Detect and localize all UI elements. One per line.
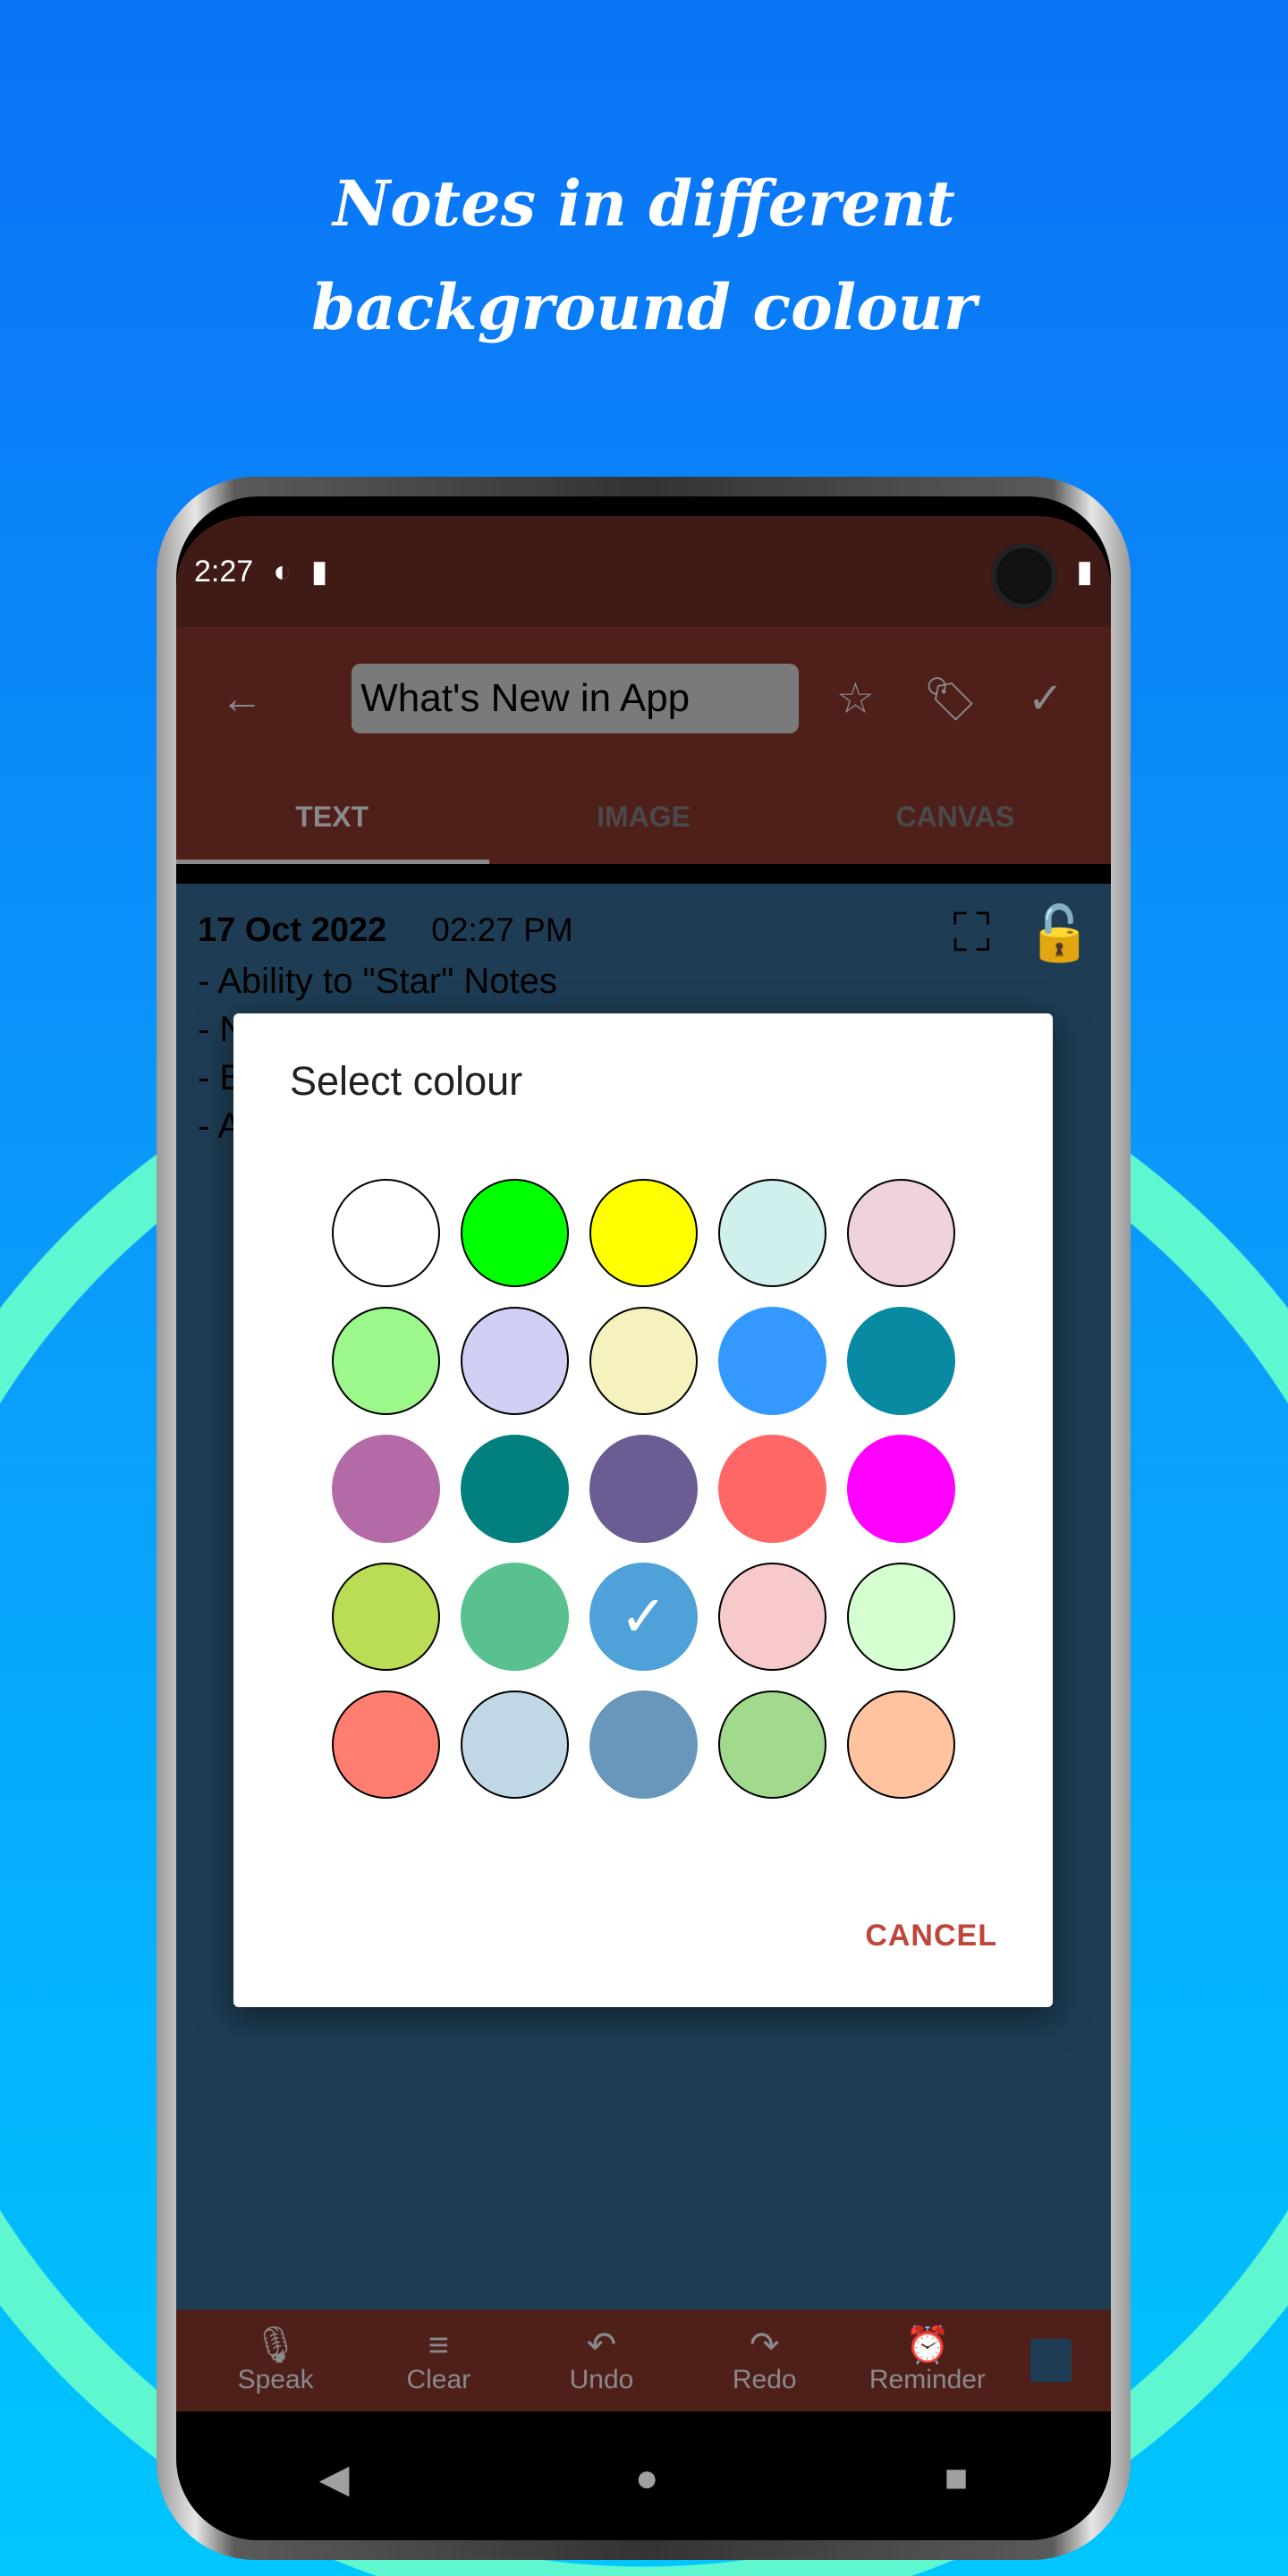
redo-label: Redo xyxy=(732,2365,797,2394)
unlock-icon[interactable]: 🔓 xyxy=(1026,902,1093,965)
colour-swatch[interactable] xyxy=(461,1307,569,1415)
colour-swatch[interactable] xyxy=(332,1179,440,1287)
colour-swatch[interactable] xyxy=(847,1563,955,1671)
redo-button[interactable]: ↷ Redo xyxy=(683,2326,846,2395)
undo-button[interactable]: ↶ Undo xyxy=(520,2326,682,2395)
note-color-button[interactable] xyxy=(1030,2339,1072,2382)
colour-swatch[interactable] xyxy=(847,1179,955,1287)
status-time: 2:27 xyxy=(194,554,254,589)
check-icon: ✓ xyxy=(619,1584,668,1648)
cancel-button[interactable]: CANCEL xyxy=(865,1919,997,1953)
clear-button[interactable]: ≡ Clear xyxy=(357,2326,520,2395)
colour-swatch[interactable] xyxy=(461,1435,569,1543)
nav-back-icon[interactable]: ◀ xyxy=(319,2456,350,2502)
mic-icon: 🎙 xyxy=(252,2326,299,2365)
headline-line-1: Notes in different xyxy=(333,166,955,241)
note-date: 17 Oct 2022 xyxy=(198,911,387,949)
colour-swatch[interactable] xyxy=(589,1435,698,1543)
fullscreen-icon[interactable]: ⛶ xyxy=(953,902,990,965)
tab-text[interactable]: TEXT xyxy=(176,770,487,864)
tab-image[interactable]: IMAGE xyxy=(487,770,799,864)
dialog-title: Select colour xyxy=(290,1058,523,1104)
android-nav-bar: ◀ ● ■ xyxy=(176,2411,1111,2540)
redo-icon: ↷ xyxy=(749,2326,780,2365)
clear-icon: ≡ xyxy=(428,2326,449,2365)
colour-swatch[interactable] xyxy=(718,1435,826,1543)
speak-label: Speak xyxy=(237,2365,314,2394)
colour-swatch[interactable] xyxy=(332,1563,440,1671)
colour-swatch[interactable] xyxy=(718,1563,826,1671)
headline: Notes in different background colour xyxy=(0,152,1288,360)
undo-label: Undo xyxy=(569,2365,634,2394)
status-bar: 2:27 ◐ ▮ ▮ xyxy=(176,516,1111,627)
sd-card-icon: ▮ xyxy=(310,555,328,589)
tab-bar: TEXT IMAGE CANVAS xyxy=(176,770,1111,864)
undo-icon: ↶ xyxy=(586,2326,617,2365)
camera-cutout xyxy=(991,543,1057,609)
tab-canvas[interactable]: CANVAS xyxy=(800,770,1111,864)
check-icon[interactable]: ✓ xyxy=(1007,674,1084,724)
nav-recents-icon[interactable]: ■ xyxy=(945,2456,969,2501)
back-arrow-icon[interactable]: ← xyxy=(203,674,280,724)
colour-swatch[interactable] xyxy=(461,1563,569,1671)
reminder-label: Reminder xyxy=(869,2365,986,2394)
note-time: 02:27 PM xyxy=(431,911,573,948)
nav-home-icon[interactable]: ● xyxy=(635,2456,659,2501)
tag-icon[interactable]: 🏷 xyxy=(912,674,989,724)
colour-swatch[interactable] xyxy=(332,1307,440,1415)
select-colour-dialog: Select colour ✓ CANCEL xyxy=(233,1013,1053,2007)
colour-swatch[interactable] xyxy=(332,1435,440,1543)
star-icon[interactable]: ☆ xyxy=(817,674,894,724)
reminder-button[interactable]: ⏰ Reminder xyxy=(846,2326,1009,2395)
toolbar: ← ☆ 🏷 ✓ xyxy=(176,627,1111,770)
colour-swatch[interactable] xyxy=(589,1690,698,1799)
headline-line-2: background colour xyxy=(311,270,977,344)
colour-grid: ✓ xyxy=(332,1179,955,1799)
battery-icon: ▮ xyxy=(1076,555,1093,589)
colour-swatch[interactable] xyxy=(718,1179,826,1287)
colour-swatch[interactable] xyxy=(718,1690,826,1799)
colour-swatch[interactable] xyxy=(332,1690,440,1799)
colour-swatch[interactable] xyxy=(461,1179,569,1287)
colour-swatch[interactable] xyxy=(461,1690,569,1799)
alarm-icon: ⏰ xyxy=(905,2326,950,2365)
clear-label: Clear xyxy=(406,2365,471,2394)
speak-button[interactable]: 🎙 Speak xyxy=(194,2326,357,2395)
bottom-toolbar: 🎙 Speak ≡ Clear ↶ Undo ↷ Redo ⏰ Reminder xyxy=(176,2309,1111,2411)
colour-swatch[interactable]: ✓ xyxy=(589,1563,698,1671)
colour-swatch[interactable] xyxy=(847,1435,955,1543)
colour-swatch[interactable] xyxy=(847,1690,955,1799)
colour-swatch[interactable] xyxy=(718,1307,826,1415)
note-title-input[interactable] xyxy=(352,664,800,733)
colour-swatch[interactable] xyxy=(589,1179,698,1287)
colour-swatch[interactable] xyxy=(847,1307,955,1415)
tab-indicator xyxy=(176,860,489,864)
colour-swatch[interactable] xyxy=(589,1307,698,1415)
app-notification-icon: ◐ xyxy=(273,554,292,589)
